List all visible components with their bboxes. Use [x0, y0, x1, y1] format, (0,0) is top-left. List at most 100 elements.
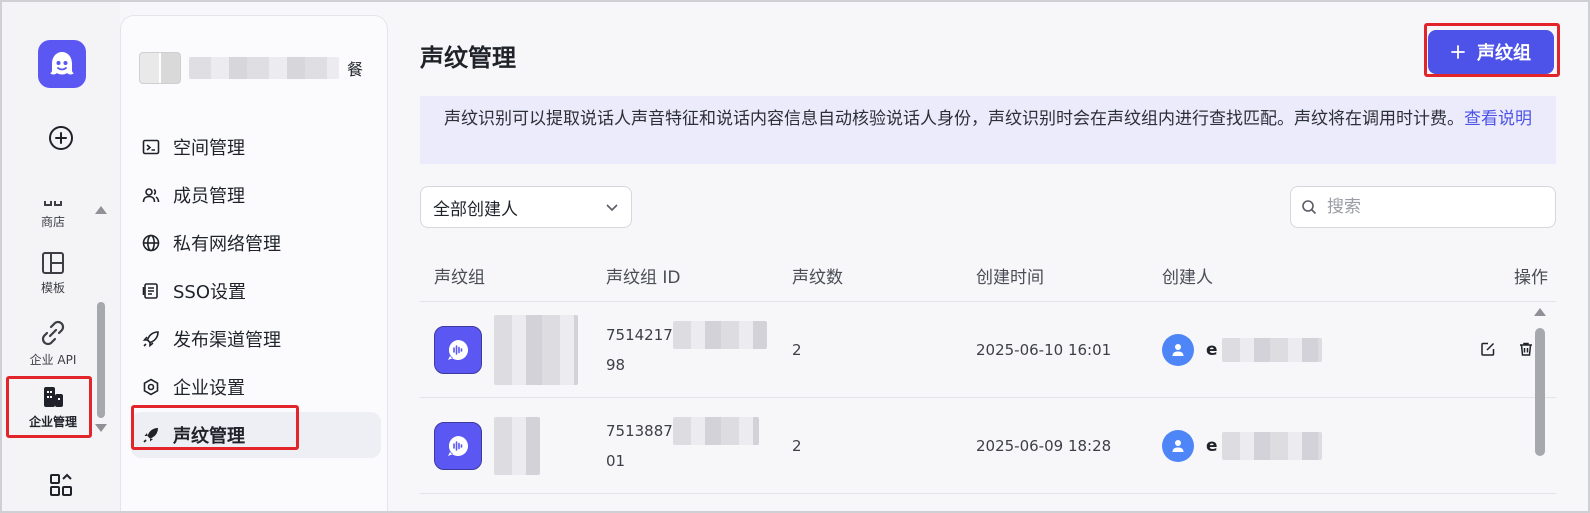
group-id-prefix: 7514217	[606, 325, 673, 344]
app-logo[interactable]	[38, 40, 86, 88]
plus-circle-icon	[49, 126, 73, 150]
redacted-id-part	[672, 320, 767, 349]
voiceprint-group-icon	[434, 421, 482, 470]
sidebar-item-enterprise-settings[interactable]: 企业设置	[131, 364, 381, 410]
creator-initial: e	[1206, 339, 1218, 360]
rail-item-enterprise-api[interactable]: 企业 API	[10, 312, 96, 374]
voiceprint-group-table: 声纹组 声纹组 ID 声纹数 创建时间 创建人 操作 7514217 98 2	[420, 250, 1556, 494]
sidebar-item-member-management[interactable]: 成员管理	[131, 172, 381, 218]
user-icon	[1172, 343, 1184, 356]
scroll-up-arrow-icon[interactable]	[95, 206, 107, 214]
terminal-folder-icon	[141, 137, 161, 157]
voiceprint-count: 2	[792, 436, 802, 455]
rail-item-label: 模板	[40, 280, 65, 295]
search-icon	[1302, 200, 1317, 215]
rail-scrollbar[interactable]	[94, 202, 108, 438]
redacted-creator-name	[1221, 431, 1322, 460]
plus-icon	[1451, 45, 1465, 59]
group-id-suffix: 01	[606, 451, 626, 470]
group-id-prefix: 7513887	[606, 421, 673, 440]
team-header[interactable]: 餐	[139, 52, 363, 84]
table-row[interactable]: 7513887 01 2 2025-06-09 18:28 e	[420, 398, 1556, 494]
add-button-label: 声纹组	[1477, 43, 1531, 64]
sidebar-item-label: 发布渠道管理	[173, 330, 281, 351]
sidebar-item-label: 声纹管理	[173, 426, 245, 447]
column-header-count: 声纹数	[792, 268, 843, 288]
globe-icon	[141, 233, 161, 253]
view-docs-link[interactable]: 查看说明	[1464, 109, 1532, 129]
sidebar-item-private-network[interactable]: 私有网络管理	[131, 220, 381, 266]
sidebar-item-space-management[interactable]: 空间管理	[131, 124, 381, 170]
user-icon	[1172, 439, 1184, 452]
template-icon	[42, 251, 64, 274]
sidebar-item-label: 企业设置	[173, 378, 245, 399]
creator-cell: e	[1162, 333, 1412, 366]
enterprise-building-icon	[44, 386, 63, 407]
sidebar-item-voiceprint-management[interactable]: 声纹管理	[131, 412, 381, 458]
rail-item-enterprise-management[interactable]: 企业管理	[10, 376, 96, 438]
scroll-up-arrow-icon[interactable]	[1534, 308, 1546, 316]
management-sidebar: 餐 空间管理 成员管理 私有网络管理 SSO设置 发布渠道管理 企业设置 声纹管…	[120, 15, 388, 511]
scroll-down-arrow-icon[interactable]	[95, 424, 107, 432]
redacted-team-name	[189, 57, 339, 79]
rail-item-store[interactable]: 商店	[10, 182, 96, 230]
sidebar-menu: 空间管理 成员管理 私有网络管理 SSO设置 发布渠道管理 企业设置 声纹管理	[131, 124, 381, 460]
members-icon	[141, 185, 161, 205]
ghost-logo-icon	[50, 52, 74, 75]
redacted-id-part	[672, 416, 759, 445]
api-link-icon	[41, 320, 65, 345]
table-scrollbar[interactable]	[1532, 306, 1548, 511]
group-id-cell: 7514217 98	[606, 320, 792, 380]
rail-item-label: 企业管理	[28, 414, 77, 429]
rocket-icon	[141, 329, 161, 349]
redacted-creator-name	[1221, 337, 1322, 362]
scrollbar-thumb[interactable]	[97, 302, 105, 418]
scrollbar-thumb[interactable]	[1535, 328, 1545, 456]
gear-icon	[141, 377, 161, 397]
filter-value: 全部创建人	[433, 199, 518, 220]
created-time: 2025-06-10 16:01	[976, 340, 1112, 359]
column-header-group: 声纹组	[434, 268, 485, 288]
redacted-group-name	[494, 416, 540, 475]
user-avatar	[1162, 333, 1194, 366]
apps-grid-button[interactable]	[48, 472, 74, 498]
page-title: 声纹管理	[420, 44, 516, 72]
create-button[interactable]	[47, 124, 75, 152]
main-content: 声纹管理 声纹组 声纹识别可以提取说话人声音特征和说话内容信息自动核验说话人身份…	[388, 2, 1588, 511]
table-header: 声纹组 声纹组 ID 声纹数 创建时间 创建人 操作	[420, 250, 1556, 302]
group-cell	[420, 314, 606, 385]
group-id-cell: 7513887 01	[606, 416, 792, 476]
sidebar-item-label: 私有网络管理	[173, 234, 281, 255]
sidebar-item-label: SSO设置	[173, 282, 247, 303]
sidebar-item-sso-settings[interactable]: SSO设置	[131, 268, 381, 314]
store-icon	[44, 201, 62, 206]
column-header-actions: 操作	[1514, 268, 1548, 288]
creator-cell: e	[1162, 429, 1412, 462]
rail-item-template[interactable]: 模板	[10, 242, 96, 304]
created-time: 2025-06-09 18:28	[976, 436, 1112, 455]
apps-grid-icon	[50, 473, 72, 496]
chevron-down-icon	[606, 204, 618, 212]
column-header-group-id: 声纹组 ID	[606, 268, 681, 288]
team-avatar	[139, 52, 181, 84]
rocket-icon	[141, 425, 161, 445]
add-voiceprint-group-button[interactable]: 声纹组	[1428, 30, 1554, 74]
icon-rail: 商店 模板 企业 API 企业管理	[2, 2, 120, 511]
sidebar-item-publish-channel[interactable]: 发布渠道管理	[131, 316, 381, 362]
info-notice: 声纹识别可以提取说话人声音特征和说话内容信息自动核验说话人身份，声纹识别时会在声…	[420, 96, 1556, 164]
voiceprint-group-icon	[434, 325, 482, 374]
edit-icon[interactable]	[1480, 341, 1498, 359]
sso-doc-icon	[141, 281, 161, 301]
user-avatar	[1162, 429, 1194, 462]
creator-initial: e	[1206, 435, 1218, 456]
search-input[interactable]	[1327, 197, 1537, 217]
team-name-suffix: 餐	[347, 60, 364, 79]
table-row[interactable]: 7514217 98 2 2025-06-10 16:01 e	[420, 302, 1556, 398]
group-id-suffix: 98	[606, 355, 626, 374]
column-header-creator: 创建人	[1162, 268, 1213, 288]
search-box[interactable]	[1290, 186, 1556, 228]
column-header-created-time: 创建时间	[976, 268, 1044, 288]
creator-filter-select[interactable]: 全部创建人	[420, 186, 632, 228]
redacted-group-name	[494, 314, 578, 385]
group-cell	[420, 416, 606, 475]
